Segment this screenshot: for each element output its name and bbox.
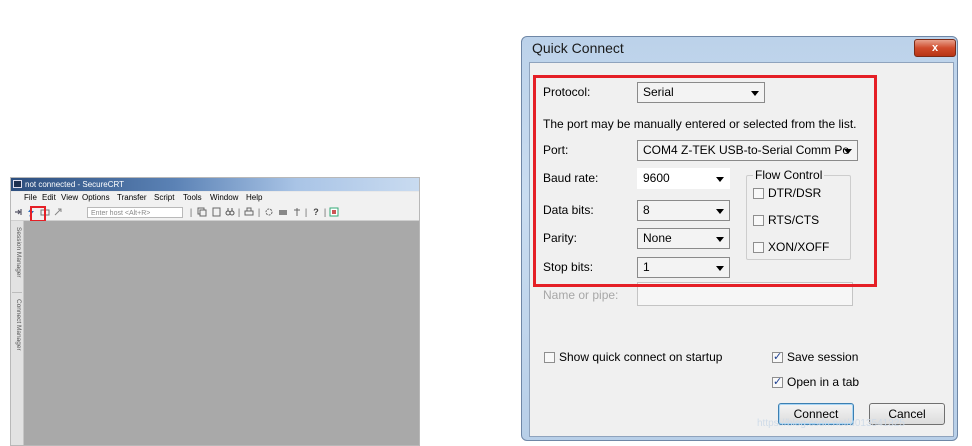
print-icon[interactable]	[244, 207, 254, 217]
title-bar: not connected - SecureCRT	[11, 178, 419, 191]
menu-edit[interactable]: Edit	[42, 192, 56, 204]
open-in-tab-label: Open in a tab	[787, 375, 860, 389]
menu-tools[interactable]: Tools	[183, 192, 202, 204]
find-icon[interactable]	[225, 207, 235, 217]
dialog-title: Quick Connect	[532, 40, 624, 56]
checkbox-box-checked	[772, 350, 783, 363]
connect-icon[interactable]	[14, 207, 24, 217]
save-session-label: Save session	[787, 350, 859, 364]
terminal-workspace	[24, 221, 419, 445]
close-button[interactable]: x	[914, 39, 956, 57]
sftp-icon[interactable]	[292, 207, 302, 217]
menu-file[interactable]: File	[24, 192, 37, 204]
toolbar-separator-3: |	[257, 207, 261, 217]
connect-manager-tab[interactable]: Connect Manager	[12, 299, 22, 351]
toolbar-separator: |	[189, 207, 193, 217]
copy-icon[interactable]	[197, 207, 207, 217]
show-on-startup-checkbox[interactable]: Show quick connect on startup	[544, 350, 722, 364]
toolbar: | | | | ? |	[11, 204, 419, 221]
watermark: https://blog.csdn.net/u013541325	[757, 418, 905, 429]
checkbox-box	[544, 351, 555, 363]
toolbar-separator-5: |	[323, 207, 327, 217]
checkbox-box-checked	[772, 375, 783, 388]
show-on-startup-label: Show quick connect on startup	[559, 350, 723, 364]
side-panel: Session Manager Connect Manager	[11, 221, 24, 445]
menu-transfer[interactable]: Transfer	[117, 192, 147, 204]
reconnect-icon[interactable]	[53, 207, 63, 217]
quick-connect-highlight	[30, 206, 46, 222]
session-manager-tab[interactable]: Session Manager	[12, 227, 22, 278]
help-icon[interactable]: ?	[311, 207, 321, 217]
save-session-checkbox[interactable]: Save session	[772, 350, 858, 364]
toolbar-separator-2: |	[237, 207, 241, 217]
open-in-tab-checkbox[interactable]: Open in a tab	[772, 375, 859, 389]
settings-highlight-box	[533, 75, 877, 287]
menu-window[interactable]: Window	[210, 192, 238, 204]
pipe-label: Name or pipe:	[543, 288, 619, 302]
toolbar-separator-4: |	[304, 207, 308, 217]
keymap-icon[interactable]	[278, 207, 288, 217]
settings-icon[interactable]	[264, 207, 274, 217]
paste-icon[interactable]	[211, 207, 221, 217]
menu-help[interactable]: Help	[246, 192, 262, 204]
menu-bar: File Edit View Options Transfer Script T…	[11, 192, 419, 204]
window-title: not connected - SecureCRT	[25, 180, 125, 189]
menu-script[interactable]: Script	[154, 192, 174, 204]
securecrt-window: not connected - SecureCRT File Edit View…	[10, 177, 420, 446]
side-separator	[12, 292, 22, 293]
app-icon	[13, 180, 22, 188]
menu-view[interactable]: View	[61, 192, 78, 204]
options-icon[interactable]	[329, 207, 339, 217]
host-input[interactable]: Enter host <Alt+R>	[87, 207, 183, 218]
menu-options[interactable]: Options	[82, 192, 110, 204]
